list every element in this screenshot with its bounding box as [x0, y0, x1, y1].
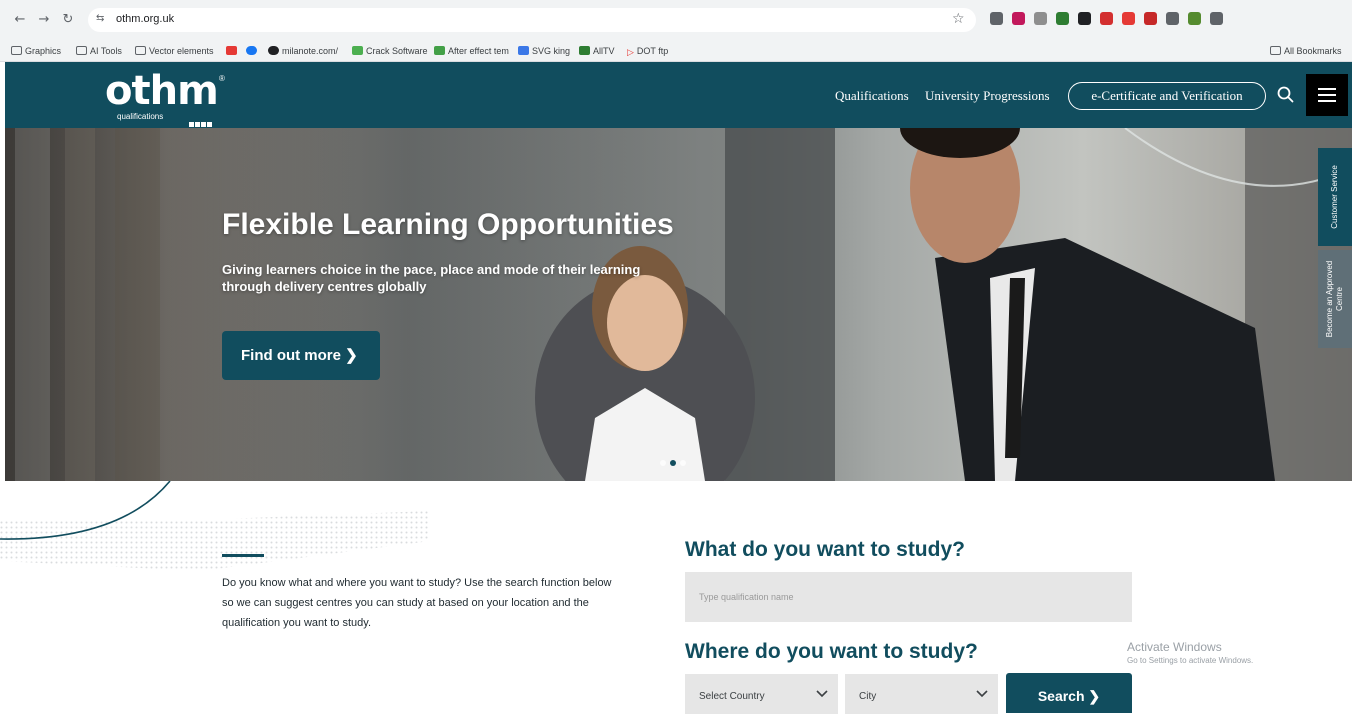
- windows-activation-watermark: Activate Windows Go to Settings to activ…: [1127, 640, 1254, 665]
- reload-icon[interactable]: ↻: [58, 10, 78, 30]
- folder-icon: [76, 46, 87, 55]
- facebook-icon: [246, 46, 257, 55]
- carousel-dots: [660, 453, 690, 471]
- bookmark-star-icon[interactable]: ☆: [952, 11, 965, 27]
- extension-icon[interactable]: [1122, 12, 1135, 25]
- hero-subtitle: Giving learners choice in the pace, plac…: [222, 262, 641, 294]
- chevron-down-icon: [816, 690, 828, 698]
- decorative-curve: [0, 481, 430, 571]
- extension-icon[interactable]: [1144, 12, 1157, 25]
- bookmark-after-effect[interactable]: After effect tem: [434, 43, 509, 59]
- extension-icon[interactable]: [1078, 12, 1091, 25]
- bookmark-facebook[interactable]: [246, 43, 260, 59]
- what-study-heading: What do you want to study?: [685, 538, 965, 561]
- country-select[interactable]: Select Country: [685, 674, 838, 714]
- carousel-dot[interactable]: [660, 460, 666, 466]
- bookmark-vector-elements[interactable]: Vector elements: [135, 43, 214, 59]
- nav-university-progressions[interactable]: University Progressions: [925, 88, 1050, 104]
- folder-icon: [11, 46, 22, 55]
- hero-photo: [5, 128, 1352, 481]
- bookmark-graphics[interactable]: Graphics: [11, 43, 61, 59]
- extension-icon[interactable]: [990, 12, 1003, 25]
- extension-icon[interactable]: [1056, 12, 1069, 25]
- after-effect-icon: [434, 46, 445, 55]
- folder-icon: [1270, 46, 1281, 55]
- hero-title: Flexible Learning Opportunities: [222, 208, 674, 241]
- folder-icon: [135, 46, 146, 55]
- svg-king-icon: [518, 46, 529, 55]
- youtube-icon: [226, 46, 237, 55]
- where-study-heading: Where do you want to study?: [685, 640, 978, 663]
- nav-qualifications[interactable]: Qualifications: [835, 88, 909, 104]
- url-text: othm.org.uk: [116, 13, 175, 25]
- extension-icon[interactable]: [1166, 12, 1179, 25]
- address-row: ← → ↻ ⇆ othm.org.uk ☆: [0, 0, 1352, 40]
- milanote-icon: [268, 46, 279, 55]
- site-info-icon[interactable]: ⇆: [96, 13, 104, 24]
- forward-icon[interactable]: →: [34, 10, 54, 30]
- accent-line: [222, 554, 264, 557]
- bookmark-ai-tools[interactable]: AI Tools: [76, 43, 122, 59]
- bookmarks-bar: Graphics AI Tools Vector elements milano…: [0, 40, 1352, 62]
- qualification-input[interactable]: [685, 572, 1132, 622]
- bookmark-milanote[interactable]: milanote.com/: [268, 43, 338, 59]
- search-button[interactable]: Search ❯: [1006, 673, 1132, 713]
- extension-icon[interactable]: [1012, 12, 1025, 25]
- address-bar[interactable]: ⇆ othm.org.uk: [88, 8, 976, 32]
- all-bookmarks[interactable]: All Bookmarks: [1270, 43, 1342, 59]
- bookmark-youtube[interactable]: [226, 43, 240, 59]
- extension-icon[interactable]: [1188, 12, 1201, 25]
- find-out-more-button[interactable]: Find out more ❯: [222, 331, 380, 380]
- browser-chrome: ← → ↻ ⇆ othm.org.uk ☆ Graphics AI Tools …: [0, 0, 1352, 62]
- extension-icon[interactable]: [1034, 12, 1047, 25]
- bookmark-alltv[interactable]: AllTV: [579, 43, 615, 59]
- play-icon: ▷: [627, 47, 634, 57]
- site-header: othm ® qualifications Qualifications Uni…: [5, 62, 1352, 128]
- customer-service-tab[interactable]: Customer Service: [1318, 148, 1352, 246]
- extension-icon[interactable]: [1100, 12, 1113, 25]
- hero-banner: Flexible Learning Opportunities Giving l…: [5, 128, 1352, 481]
- city-select[interactable]: City: [845, 674, 998, 714]
- hamburger-menu-button[interactable]: [1306, 74, 1348, 116]
- carousel-dot[interactable]: [680, 460, 686, 466]
- certificate-verification-button[interactable]: e-Certificate and Verification: [1068, 82, 1266, 110]
- back-icon[interactable]: ←: [10, 10, 30, 30]
- bookmark-dot-ftp[interactable]: ▷ DOT ftp: [627, 43, 668, 59]
- extension-icon[interactable]: [1210, 12, 1223, 25]
- othm-logo[interactable]: othm ® qualifications: [105, 68, 235, 127]
- alltv-icon: [579, 46, 590, 55]
- approved-centre-tab[interactable]: Become an Approved Centre: [1318, 250, 1352, 348]
- crack-software-icon: [352, 46, 363, 55]
- bookmark-svg-king[interactable]: SVG king: [518, 43, 570, 59]
- bookmark-crack-software[interactable]: Crack Software: [352, 43, 428, 59]
- carousel-dot-active[interactable]: [670, 460, 676, 466]
- study-intro-text: Do you know what and where you want to s…: [222, 577, 612, 629]
- search-icon[interactable]: [1275, 84, 1297, 106]
- chevron-down-icon: [976, 690, 988, 698]
